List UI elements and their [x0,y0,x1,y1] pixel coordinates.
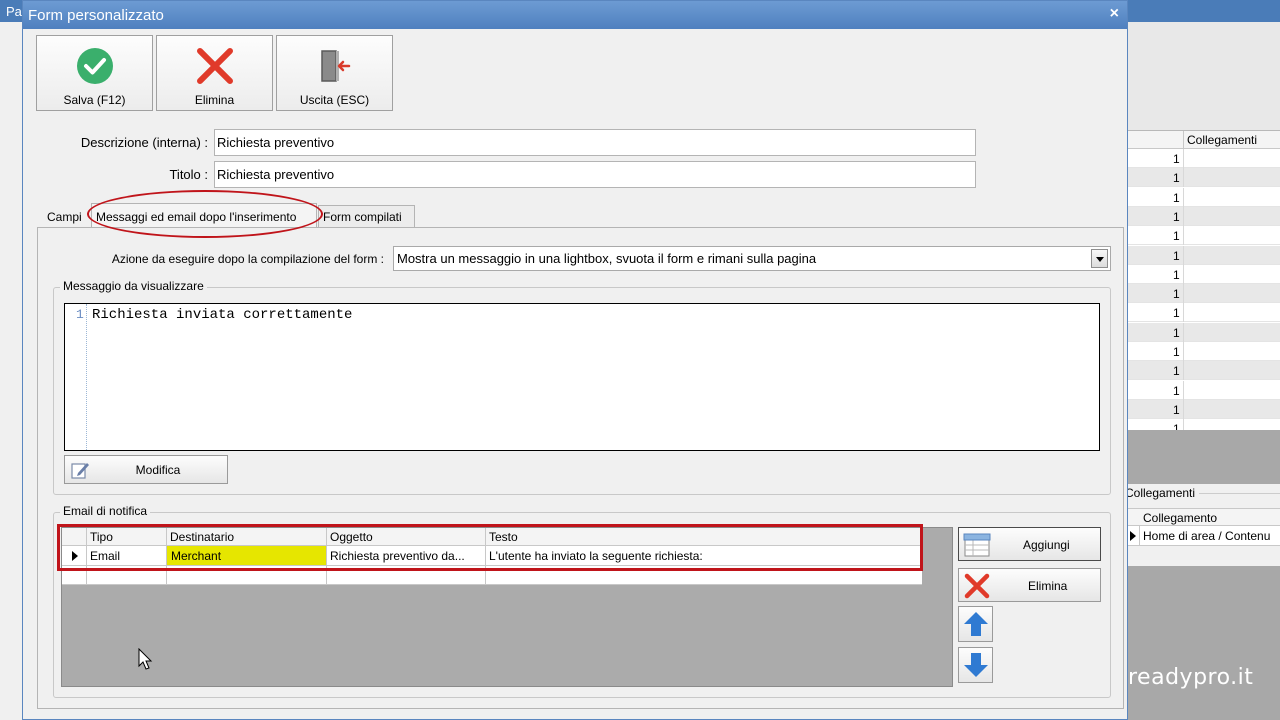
background-toolbar [1127,22,1280,130]
notification-grid[interactable]: Tipo Destinatario Oggetto Testo Email Me… [61,527,953,687]
mouse-cursor-icon [138,648,153,670]
grid-header-row: Tipo Destinatario Oggetto Testo [62,528,922,546]
tab-form-compilati[interactable]: Form compilati [318,205,415,229]
list-item[interactable]: 1 [1127,168,1280,188]
list-item-value: 1 [1173,422,1180,430]
list-item-value: 1 [1173,267,1180,282]
title-input[interactable] [214,161,976,188]
links-grid-row[interactable]: Home di area / Contenu [1127,526,1280,546]
line-number: 1 [76,307,84,322]
close-icon[interactable]: × [1110,5,1119,23]
list-item[interactable]: 1 [1127,284,1280,304]
arrow-up-icon [964,612,988,636]
column-header-collegamento[interactable]: Collegamento [1143,511,1217,525]
list-item-value: 1 [1173,345,1180,359]
list-item[interactable]: 1 [1127,361,1280,381]
background-links-group: Collegamenti Collegamento Home di area /… [1125,484,1280,566]
title-label: Titolo : [169,167,208,182]
background-title: Pa [6,4,22,19]
door-exit-icon [321,50,351,82]
links-group-label: Collegamenti [1125,486,1196,500]
move-down-button[interactable] [958,647,993,683]
column-header-tipo[interactable]: Tipo [86,528,166,546]
delete-email-button-label: Elimina [1028,579,1068,593]
list-item[interactable]: 1 [1127,303,1280,323]
column-header-collegamenti[interactable]: Collegamenti [1187,133,1257,147]
row-indicator-icon [1130,531,1136,541]
list-item[interactable]: 1 [1127,245,1280,265]
dialog-titlebar[interactable]: Form personalizzato × [23,1,1127,29]
list-item-value: 1 [1173,364,1180,379]
exit-button[interactable]: Uscita (ESC) [276,35,393,111]
list-item[interactable]: 1 [1127,206,1280,226]
modify-button[interactable]: Modifica [64,455,228,484]
watermark: readypro.it [1128,665,1254,690]
x-icon [964,573,990,599]
background-table-header: Collegamenti [1127,131,1280,149]
table-row[interactable]: Email Merchant Richiesta preventivo da..… [62,546,922,566]
list-item[interactable]: 1 [1127,149,1280,168]
column-header-testo[interactable]: Testo [485,528,922,546]
list-item-value: 1 [1173,209,1180,224]
list-item-value: 1 [1173,402,1180,417]
add-row-icon [963,533,991,557]
column-header-oggetto[interactable]: Oggetto [326,528,485,546]
list-item-value: 1 [1173,248,1180,263]
delete-button-label: Elimina [194,93,235,107]
check-circle-icon [77,48,113,84]
cell-oggetto[interactable]: Richiesta preventivo da... [326,547,485,565]
list-item-value: 1 [1173,171,1180,186]
description-input[interactable] [214,129,976,156]
add-button-label: Aggiungi [1023,538,1070,552]
list-item[interactable]: 1 [1127,342,1280,361]
arrow-down-icon [964,653,988,677]
list-item-value: 1 [1173,152,1180,166]
delete-email-button[interactable]: Elimina [958,568,1101,602]
exit-button-label: Uscita (ESC) [299,93,370,107]
list-item[interactable]: 1 [1127,380,1280,400]
column-header-destinatario[interactable]: Destinatario [166,528,326,546]
background-table: Collegamenti 1 1 1 1 1 1 1 1 1 1 1 1 1 1 1 [1127,130,1280,430]
list-item[interactable]: 1 [1127,399,1280,419]
list-item-value: 1 [1173,190,1180,205]
save-button-label: Salva (F12) [63,93,126,107]
move-up-button[interactable] [958,606,993,642]
list-item[interactable]: 1 [1127,419,1280,430]
tab-campi[interactable]: Campi [43,206,86,228]
x-icon [197,48,233,84]
action-label: Azione da eseguire dopo la compilazione … [111,252,384,266]
list-item[interactable]: 1 [1127,226,1280,246]
chevron-down-icon[interactable] [1091,249,1108,268]
add-button[interactable]: Aggiungi [958,527,1101,561]
editor-gutter [65,304,87,450]
message-editor[interactable]: 1 Richiesta inviata correttamente [64,303,1100,451]
message-text[interactable]: Richiesta inviata correttamente [92,307,352,323]
cell-destinatario[interactable]: Merchant [167,546,326,565]
delete-button[interactable]: Elimina [156,35,273,111]
list-item[interactable]: 1 [1127,264,1280,284]
links-grid-cell: Home di area / Contenu [1143,529,1271,543]
list-item-value: 1 [1173,229,1180,244]
list-item[interactable]: 1 [1127,322,1280,342]
row-indicator-icon [72,551,78,561]
notification-group-label: Email di notifica [60,504,151,518]
list-item-value: 1 [1173,306,1180,321]
tab-messaggi-email[interactable]: Messaggi ed email dopo l'inserimento [91,203,317,229]
cell-tipo[interactable]: Email [86,547,166,565]
list-item-value: 1 [1173,325,1180,340]
action-selected-value: Mostra un messaggio in una lightbox, svu… [397,251,817,266]
list-item-value: 1 [1173,287,1180,302]
save-button[interactable]: Salva (F12) [36,35,153,111]
dialog-title: Form personalizzato [28,7,164,24]
action-select[interactable]: Mostra un messaggio in una lightbox, svu… [393,246,1111,271]
table-row-new[interactable] [62,566,922,585]
cell-testo[interactable]: L'utente ha inviato la seguente richiest… [485,547,922,565]
modify-button-label: Modifica [135,463,181,477]
links-grid-header: Collegamento [1127,508,1280,526]
message-group-label: Messaggio da visualizzare [60,279,207,293]
list-item[interactable]: 1 [1127,187,1280,207]
description-label: Descrizione (interna) : [80,135,208,150]
list-item-value: 1 [1173,383,1180,398]
